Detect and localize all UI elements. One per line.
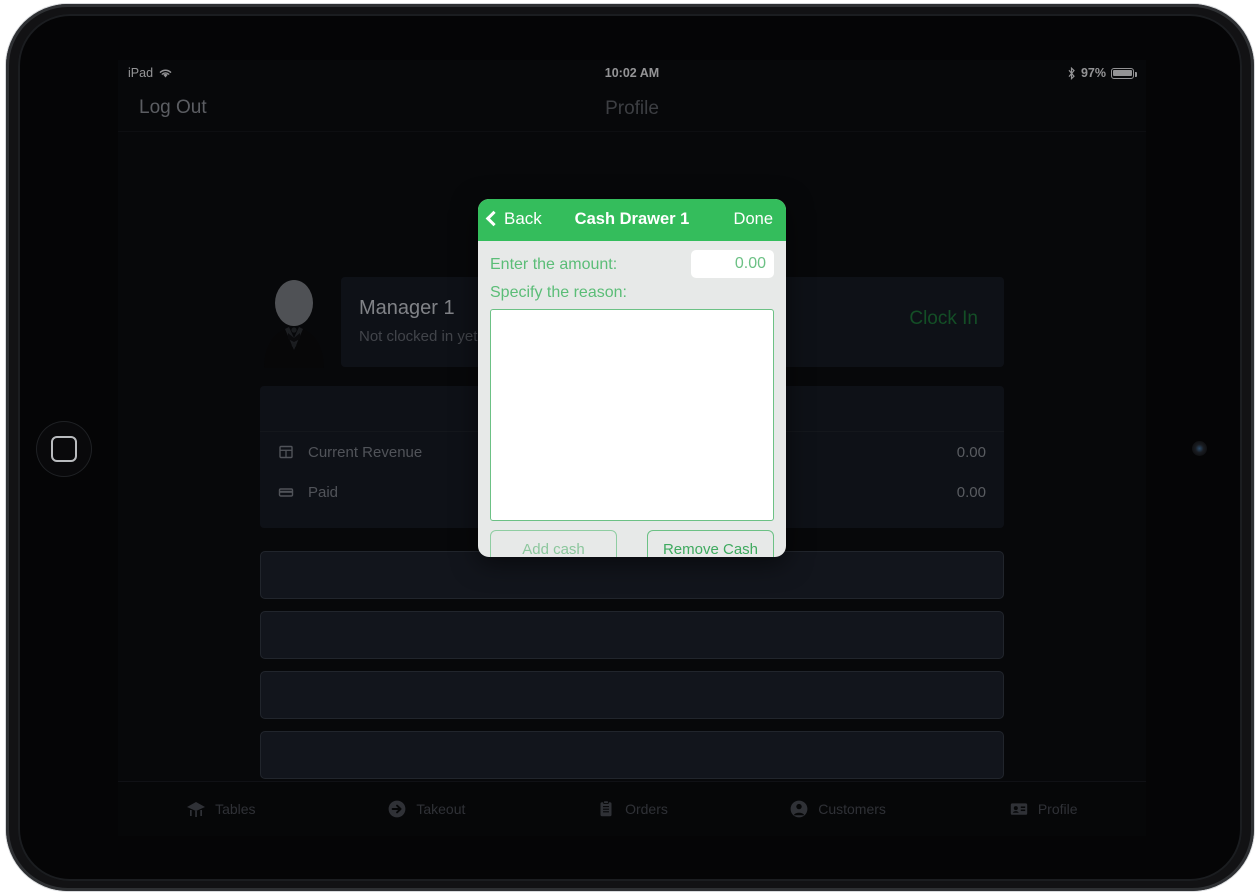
reason-label: Specify the reason: [490,284,627,301]
reason-textarea[interactable] [490,309,774,521]
cash-action-buttons: Add cash Remove Cash [490,530,774,557]
modal-body: Enter the amount: 0.00 Specify the reaso… [478,241,786,557]
ipad-device: iPad 10:02 AM 97% Log Out Profile Manage… [0,0,1260,895]
ipad-screen: iPad 10:02 AM 97% Log Out Profile Manage… [118,60,1146,836]
modal-header: Back Cash Drawer 1 Done [478,199,786,241]
cash-drawer-modal: Back Cash Drawer 1 Done Enter the amount… [478,199,786,557]
done-button[interactable]: Done [734,210,773,229]
remove-cash-button[interactable]: Remove Cash [647,530,774,557]
amount-input[interactable]: 0.00 [691,250,774,278]
add-cash-button[interactable]: Add cash [490,530,617,557]
amount-row: Enter the amount: 0.00 [490,250,774,280]
front-camera-icon [1192,441,1207,456]
amount-label: Enter the amount: [490,256,618,273]
home-button[interactable] [36,421,92,477]
